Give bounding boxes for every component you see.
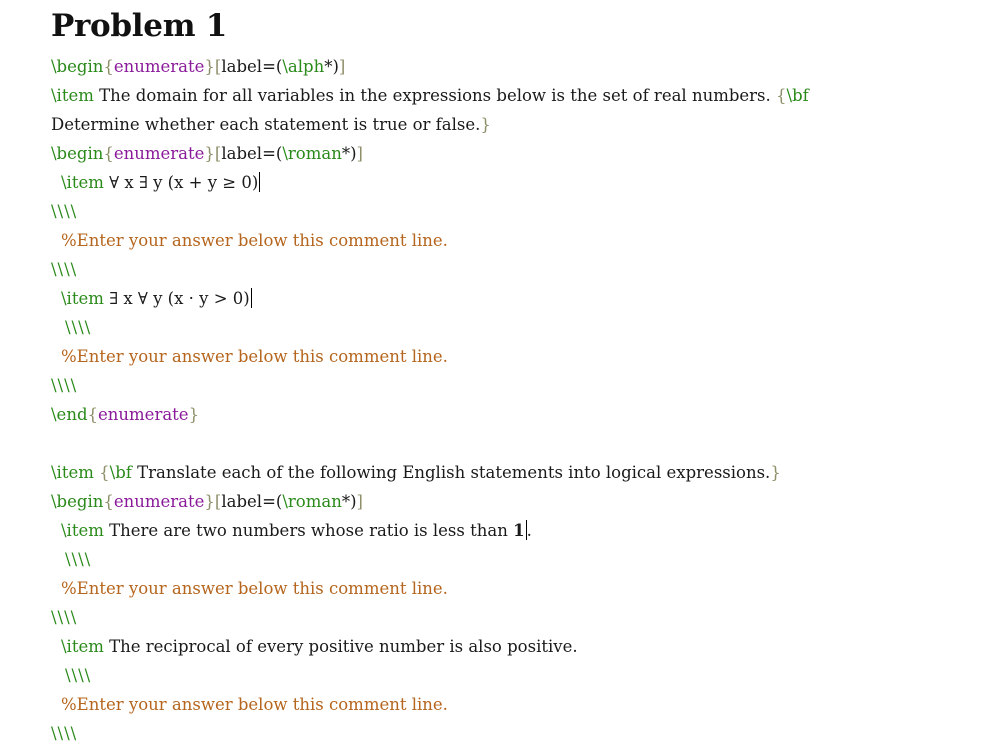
latex-editor[interactable]: Problem 1 \begin{enumerate}[label=(\alph… (51, 0, 991, 748)
item-a[interactable]: \item The domain for all variables in th… (51, 81, 891, 139)
answer-comment[interactable]: %Enter your answer below this comment li… (51, 342, 991, 371)
command: \begin (51, 57, 104, 76)
answer-comment[interactable]: %Enter your answer below this comment li… (51, 574, 991, 603)
line-break: \\\\ (65, 550, 92, 569)
line-break: \\\\ (51, 608, 78, 627)
item-b-ii[interactable]: \item The reciprocal of every positive n… (51, 632, 991, 661)
text-cursor (259, 172, 261, 192)
begin-enumerate-inner-1[interactable]: \begin{enumerate}[label=(\roman*)] (51, 139, 991, 168)
line-break: \\\\ (51, 376, 78, 395)
end-enumerate-inner-1[interactable]: \end{enumerate} (51, 400, 991, 429)
math-expression: ∀ x ∃ y (x + y ≥ 0) (109, 173, 259, 192)
begin-enumerate-inner-2[interactable]: \begin{enumerate}[label=(\roman*)] (51, 487, 991, 516)
item-b-i[interactable]: \item There are two numbers whose ratio … (51, 516, 991, 545)
text-cursor (250, 288, 252, 308)
line-break: \\\\ (65, 666, 92, 685)
item-a-i[interactable]: \item ∀ x ∃ y (x + y ≥ 0) (51, 168, 991, 197)
answer-comment[interactable]: %Enter your answer below this comment li… (51, 690, 991, 719)
line-break: \\\\ (51, 260, 78, 279)
line-break: \\\\ (51, 202, 78, 221)
item-a-ii[interactable]: \item ∃ x ∀ y (x · y > 0) (51, 284, 991, 313)
answer-comment[interactable]: %Enter your answer below this comment li… (51, 226, 991, 255)
page-title: Problem 1 (51, 8, 227, 44)
begin-enumerate-outer[interactable]: \begin{enumerate}[label=(\alph*)] (51, 52, 991, 81)
math-expression: ∃ x ∀ y (x · y > 0) (109, 289, 250, 308)
line-break: \\\\ (51, 724, 78, 743)
item-b[interactable]: \item {\bf Translate each of the followi… (51, 458, 991, 487)
line-break: \\\\ (65, 318, 92, 337)
environment-name: enumerate (113, 57, 205, 76)
